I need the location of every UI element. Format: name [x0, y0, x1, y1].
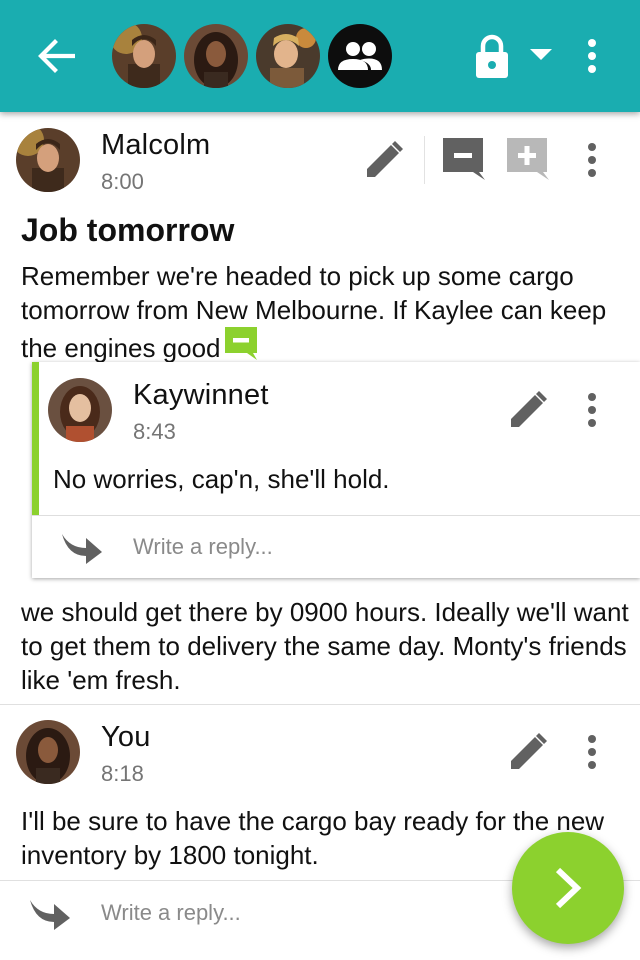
comment-reply-input[interactable]: Write a reply...: [101, 900, 241, 926]
inline-reply-card: Kaywinnet 8:43 No worries, cap'n, she'll…: [32, 362, 640, 578]
group-icon: [338, 42, 382, 70]
reply-arrow-icon: [62, 534, 102, 564]
reply-time: 8:43: [133, 419, 176, 444]
more-vert-icon: [588, 39, 596, 73]
comment-menu-button[interactable]: [576, 728, 608, 776]
dropdown-button[interactable]: [524, 40, 558, 70]
back-button[interactable]: [28, 34, 84, 78]
comment-minus-icon: [224, 327, 257, 360]
reply-divider: [32, 515, 640, 516]
collapse-comments-button[interactable]: [440, 136, 488, 184]
post-title: Job tomorrow: [21, 212, 235, 248]
post-menu-button[interactable]: [576, 136, 608, 184]
pencil-icon: [367, 141, 403, 177]
reply-arrow-icon: [30, 900, 70, 930]
lock-icon: [476, 34, 508, 78]
author-avatar[interactable]: [16, 128, 80, 192]
comment-time: 8:18: [101, 761, 144, 786]
post-body-part2: we should get there by 0900 hours. Ideal…: [21, 597, 629, 695]
reply-menu-button[interactable]: [576, 386, 608, 434]
author-name: Malcolm: [101, 129, 211, 161]
post-time: 8:00: [101, 169, 144, 194]
edit-post-button[interactable]: [360, 136, 408, 184]
caret-down-icon: [530, 49, 552, 60]
chevron-right-icon: [555, 867, 582, 909]
group-avatar[interactable]: [328, 24, 392, 88]
participant-avatar-wash[interactable]: [256, 24, 320, 88]
reply-accent-bar: [32, 362, 39, 516]
comment-author-avatar[interactable]: [16, 720, 80, 784]
reply-author-avatar[interactable]: [48, 378, 112, 442]
edit-reply-button[interactable]: [504, 386, 552, 434]
header-divider: [424, 136, 425, 184]
pencil-icon: [511, 733, 547, 769]
comment-author-name: You: [101, 721, 151, 753]
more-vert-icon: [588, 735, 596, 769]
reply-input[interactable]: Write a reply...: [133, 534, 273, 560]
comment-plus-icon: [507, 138, 549, 180]
top-app-bar: [0, 0, 640, 112]
overflow-menu-button[interactable]: [576, 30, 608, 82]
section-divider: [0, 704, 640, 705]
post-body-text: Remember we're headed to pick up some ca…: [21, 261, 607, 363]
comment-minus-icon: [443, 138, 485, 180]
reply-text: No worries, cap'n, she'll hold.: [53, 464, 390, 494]
edit-comment-button[interactable]: [504, 728, 552, 776]
participant-avatar-zoe[interactable]: [184, 24, 248, 88]
lock-button[interactable]: [470, 30, 514, 82]
inline-comment-marker[interactable]: [224, 327, 257, 361]
pencil-icon: [511, 391, 547, 427]
participant-avatar-malcolm[interactable]: [112, 24, 176, 88]
next-fab-button[interactable]: [512, 832, 624, 944]
reply-author-name: Kaywinnet: [133, 379, 269, 411]
more-vert-icon: [588, 143, 596, 177]
post-body-part1: Remember we're headed to pick up some ca…: [21, 259, 633, 365]
add-comment-button[interactable]: [504, 136, 552, 184]
arrow-back-icon: [38, 39, 75, 73]
more-vert-icon: [588, 393, 596, 427]
